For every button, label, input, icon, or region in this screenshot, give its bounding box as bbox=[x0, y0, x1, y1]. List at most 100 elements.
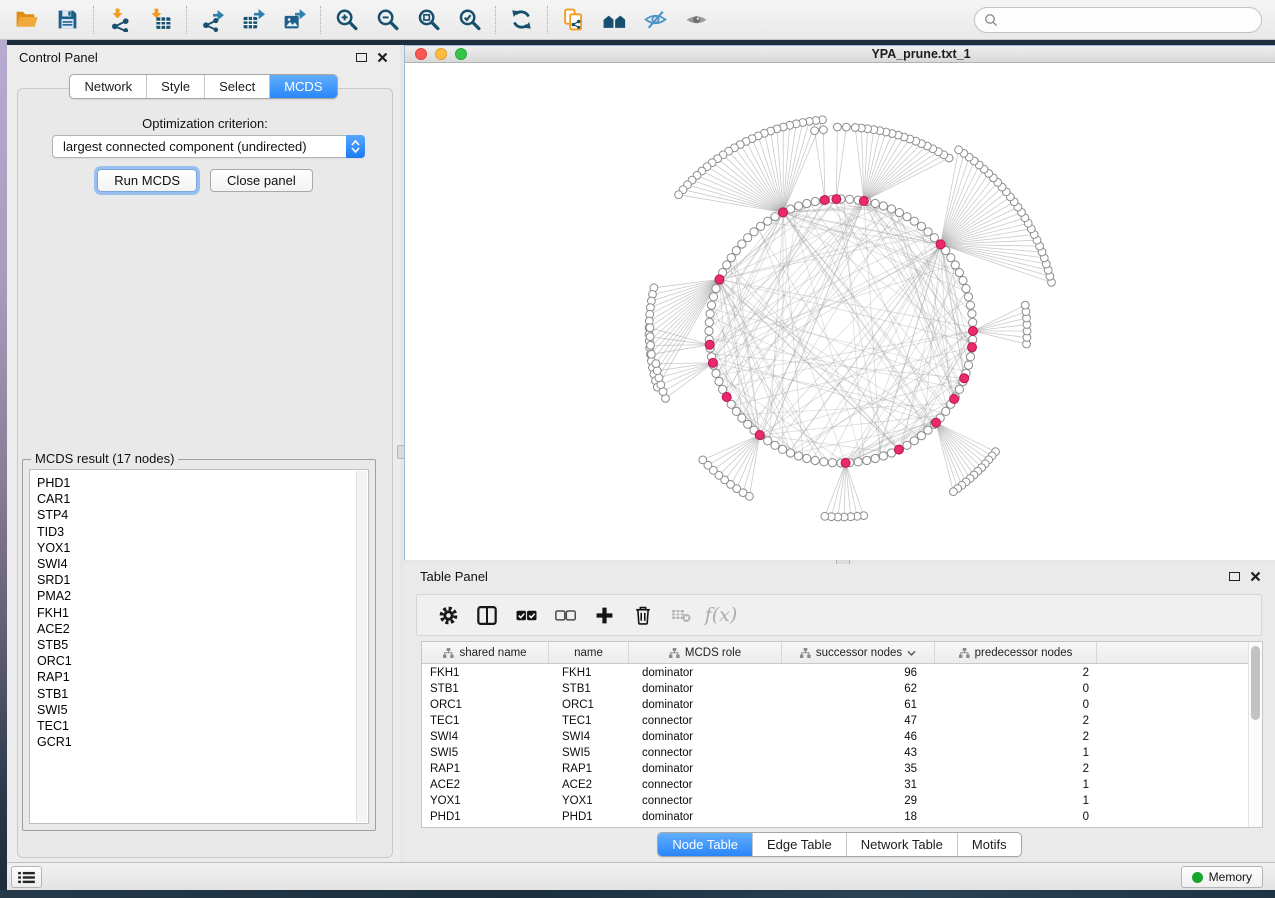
table-cell[interactable]: RAP1 bbox=[422, 763, 549, 775]
table-cell[interactable]: 2 bbox=[935, 731, 1097, 743]
import-network-button[interactable] bbox=[99, 3, 140, 37]
mcds-result-item[interactable]: STB5 bbox=[37, 637, 368, 653]
table-cell[interactable]: connector bbox=[629, 747, 782, 759]
table-cell[interactable]: connector bbox=[629, 715, 782, 727]
maximize-window-button[interactable] bbox=[455, 48, 467, 60]
column-header-predecessor-nodes[interactable]: predecessor nodes bbox=[935, 642, 1097, 663]
tab-select[interactable]: Select bbox=[204, 75, 269, 98]
table-cell[interactable]: 62 bbox=[782, 683, 935, 695]
mcds-result-item[interactable]: SWI4 bbox=[37, 556, 368, 572]
table-cell[interactable]: 29 bbox=[782, 795, 935, 807]
mcds-result-item[interactable]: TEC1 bbox=[37, 718, 368, 734]
table-cell[interactable]: dominator bbox=[629, 683, 782, 695]
table-tab-network-table[interactable]: Network Table bbox=[846, 833, 957, 856]
table-row[interactable]: PHD1PHD1dominator180 bbox=[422, 809, 1248, 825]
column-header-mcds-role[interactable]: MCDS role bbox=[629, 642, 782, 663]
table-cell[interactable]: dominator bbox=[629, 811, 782, 823]
mcds-result-item[interactable]: STP4 bbox=[37, 507, 368, 523]
table-cell[interactable]: 1 bbox=[935, 747, 1097, 759]
mcds-result-item[interactable]: FKH1 bbox=[37, 605, 368, 621]
table-row[interactable]: RAP1RAP1dominator352 bbox=[422, 761, 1248, 777]
table-cell[interactable]: 2 bbox=[935, 667, 1097, 679]
table-cell[interactable]: dominator bbox=[629, 731, 782, 743]
table-cell[interactable]: 35 bbox=[782, 763, 935, 775]
table-row[interactable]: TEC1TEC1connector472 bbox=[422, 713, 1248, 729]
table-cell[interactable]: TEC1 bbox=[549, 715, 629, 727]
refresh-view-button[interactable] bbox=[501, 3, 542, 37]
mcds-result-item[interactable]: ACE2 bbox=[37, 621, 368, 637]
table-row[interactable]: SWI4SWI4dominator462 bbox=[422, 729, 1248, 745]
table-cell[interactable]: connector bbox=[629, 795, 782, 807]
delete-column-button[interactable] bbox=[630, 602, 656, 628]
table-cell[interactable]: 47 bbox=[782, 715, 935, 727]
float-panel-icon[interactable] bbox=[356, 53, 367, 62]
minimize-window-button[interactable] bbox=[435, 48, 447, 60]
search-field[interactable] bbox=[974, 7, 1262, 33]
close-panel-button[interactable]: Close panel bbox=[210, 169, 313, 192]
table-cell[interactable]: YOX1 bbox=[549, 795, 629, 807]
table-tab-motifs[interactable]: Motifs bbox=[957, 833, 1021, 856]
table-cell[interactable]: RAP1 bbox=[549, 763, 629, 775]
network-overview-button[interactable] bbox=[594, 3, 635, 37]
table-cell[interactable]: STB1 bbox=[422, 683, 549, 695]
table-cell[interactable]: 18 bbox=[782, 811, 935, 823]
mcds-result-item[interactable]: SRD1 bbox=[37, 572, 368, 588]
network-graph[interactable] bbox=[405, 63, 1274, 560]
table-cell[interactable]: STB1 bbox=[549, 683, 629, 695]
table-cell[interactable]: PHD1 bbox=[422, 811, 549, 823]
zoom-out-button[interactable] bbox=[367, 3, 408, 37]
list-scrollbar[interactable] bbox=[356, 471, 367, 822]
table-cell[interactable]: dominator bbox=[629, 667, 782, 679]
save-session-button[interactable] bbox=[47, 3, 88, 37]
table-cell[interactable]: SWI5 bbox=[549, 747, 629, 759]
mcds-result-item[interactable]: SWI5 bbox=[37, 702, 368, 718]
select-all-columns-button[interactable] bbox=[513, 602, 539, 628]
mcds-result-item[interactable]: GCR1 bbox=[37, 734, 368, 750]
table-cell[interactable]: 0 bbox=[935, 811, 1097, 823]
column-view-button[interactable] bbox=[474, 602, 500, 628]
table-cell[interactable]: 1 bbox=[935, 795, 1097, 807]
close-panel-icon[interactable] bbox=[1250, 571, 1261, 582]
table-row[interactable]: YOX1YOX1connector291 bbox=[422, 793, 1248, 809]
zoom-in-button[interactable] bbox=[326, 3, 367, 37]
table-cell[interactable]: 61 bbox=[782, 699, 935, 711]
column-header-shared-name[interactable]: shared name bbox=[422, 642, 549, 663]
column-header-name[interactable]: name bbox=[549, 642, 629, 663]
table-cell[interactable]: SWI4 bbox=[549, 731, 629, 743]
table-row[interactable]: ORC1ORC1dominator610 bbox=[422, 697, 1248, 713]
run-mcds-button[interactable]: Run MCDS bbox=[97, 169, 197, 192]
table-cell[interactable]: FKH1 bbox=[549, 667, 629, 679]
column-header-successor-nodes[interactable]: successor nodes bbox=[782, 642, 935, 663]
criterion-dropdown[interactable]: largest connected component (undirected) bbox=[52, 135, 365, 158]
show-hide-panels-button[interactable] bbox=[635, 3, 676, 37]
table-row[interactable]: SWI5SWI5connector431 bbox=[422, 745, 1248, 761]
memory-button[interactable]: Memory bbox=[1181, 866, 1263, 888]
table-cell[interactable]: TEC1 bbox=[422, 715, 549, 727]
show-panels-menu-button[interactable] bbox=[11, 866, 42, 888]
network-window-titlebar[interactable]: YPA_prune.txt_1 bbox=[405, 46, 1275, 63]
table-cell[interactable]: dominator bbox=[629, 763, 782, 775]
table-cell[interactable]: 0 bbox=[935, 699, 1097, 711]
mcds-result-item[interactable]: STB1 bbox=[37, 686, 368, 702]
mcds-result-item[interactable]: ORC1 bbox=[37, 653, 368, 669]
eye-button[interactable] bbox=[676, 3, 717, 37]
mcds-result-item[interactable]: TID3 bbox=[37, 524, 368, 540]
table-cell[interactable]: 96 bbox=[782, 667, 935, 679]
export-image-button[interactable] bbox=[274, 3, 315, 37]
table-cell[interactable]: connector bbox=[629, 779, 782, 791]
table-row[interactable]: FKH1FKH1dominator962 bbox=[422, 665, 1248, 681]
settings-button[interactable] bbox=[435, 602, 461, 628]
close-panel-icon[interactable] bbox=[377, 52, 388, 63]
tab-network[interactable]: Network bbox=[70, 75, 146, 98]
mcds-result-item[interactable]: RAP1 bbox=[37, 669, 368, 685]
table-row[interactable]: ACE2ACE2connector311 bbox=[422, 777, 1248, 793]
export-table-button[interactable] bbox=[233, 3, 274, 37]
table-cell[interactable]: 43 bbox=[782, 747, 935, 759]
table-tab-edge-table[interactable]: Edge Table bbox=[752, 833, 846, 856]
function-builder-button[interactable]: f(x) bbox=[708, 602, 734, 628]
network-canvas[interactable] bbox=[405, 63, 1275, 560]
mcds-result-item[interactable]: YOX1 bbox=[37, 540, 368, 556]
mcds-result-item[interactable]: PHD1 bbox=[37, 475, 368, 491]
open-file-button[interactable] bbox=[6, 3, 47, 37]
table-cell[interactable]: 2 bbox=[935, 715, 1097, 727]
